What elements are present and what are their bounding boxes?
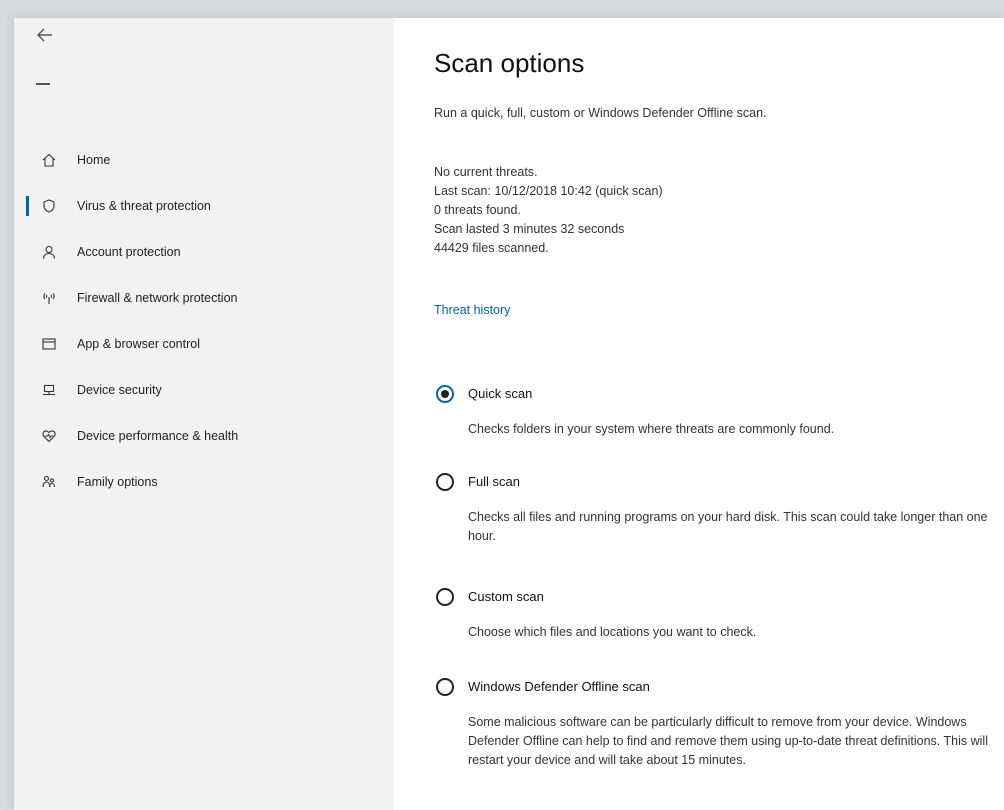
sidebar-item-account-protection[interactable]: Account protection [14,237,394,267]
quick-scan-radio[interactable] [436,385,454,403]
home-icon [40,151,58,169]
sidebar-item-label: Home [77,153,111,167]
option-label[interactable]: Full scan [468,474,520,489]
option-description: Some malicious software can be particula… [468,715,988,767]
scan-status: No current threats. Last scan: 10/12/201… [434,163,663,258]
sidebar-item-family-options[interactable]: Family options [14,467,394,497]
threat-history-link[interactable]: Threat history [434,303,510,317]
custom-scan-radio[interactable] [436,588,454,606]
option-description: Checks all files and running programs on… [468,510,988,543]
sidebar-item-home[interactable]: Home [14,145,394,175]
sidebar-item-firewall[interactable]: Firewall & network protection [14,283,394,313]
sidebar-item-virus-threat-protection[interactable]: Virus & threat protection [14,191,394,221]
active-indicator [26,196,29,216]
page-title: Scan options [434,48,585,78]
back-arrow-icon[interactable] [36,26,60,50]
hamburger-menu-icon[interactable] [36,80,56,90]
option-label[interactable]: Windows Defender Offline scan [468,679,650,694]
option-label[interactable]: Quick scan [468,386,532,401]
person-icon [40,243,58,261]
sidebar-item-app-browser-control[interactable]: App & browser control [14,329,394,359]
option-description: Choose which files and locations you wan… [468,625,757,639]
status-line: Scan lasted 3 minutes 32 seconds [434,222,625,236]
main-content: Scan options Run a quick, full, custom o… [434,18,994,810]
option-label[interactable]: Custom scan [468,589,544,604]
status-line: 0 threats found. [434,203,521,217]
full-scan-radio[interactable] [436,473,454,491]
sidebar-item-label: Device performance & health [77,429,239,443]
status-line: 44429 files scanned. [434,241,549,255]
wifi-antenna-icon [40,289,58,307]
status-line: No current threats. [434,165,538,179]
laptop-icon [40,381,58,399]
sidebar-item-device-security[interactable]: Device security [14,375,394,405]
status-line: Last scan: 10/12/2018 10:42 (quick scan) [434,184,663,198]
sidebar-item-label: Family options [77,475,158,489]
shield-icon [40,197,58,215]
option-description: Checks folders in your system where thre… [468,422,835,436]
sidebar-item-device-performance[interactable]: Device performance & health [14,421,394,451]
browser-window-icon [40,335,58,353]
sidebar-item-label: Device security [77,383,162,397]
family-icon [40,473,58,491]
sidebar: Home Virus & threat protection Account p… [14,18,394,810]
sidebar-item-label: Firewall & network protection [77,291,238,305]
page-subtitle: Run a quick, full, custom or Windows Def… [434,106,767,120]
offline-scan-radio[interactable] [436,678,454,696]
sidebar-item-label: App & browser control [77,337,200,351]
security-window: Home Virus & threat protection Account p… [14,18,1004,810]
sidebar-item-label: Virus & threat protection [77,199,211,213]
sidebar-item-label: Account protection [77,245,181,259]
heart-pulse-icon [40,427,58,445]
